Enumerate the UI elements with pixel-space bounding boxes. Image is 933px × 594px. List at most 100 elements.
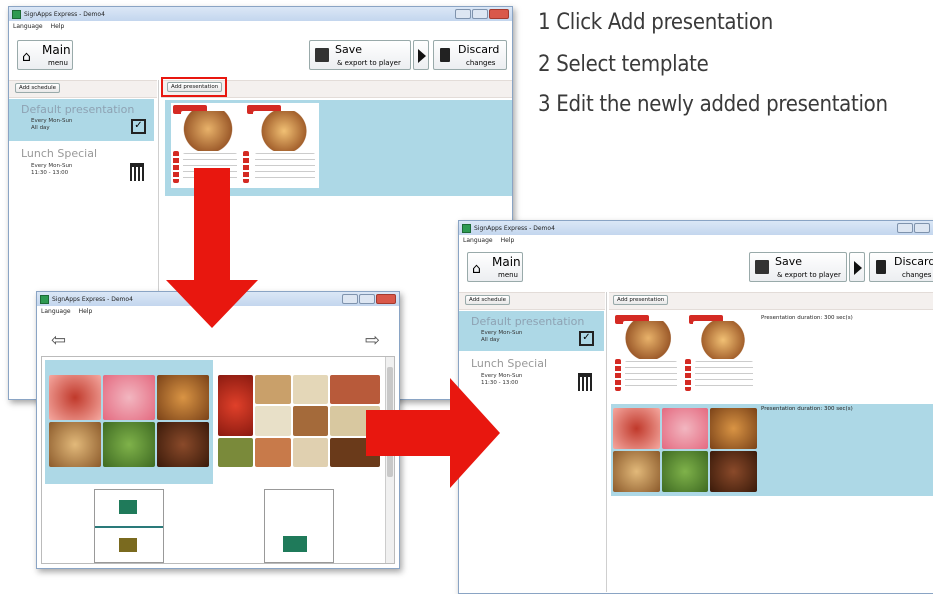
main-menu-button[interactable]: ⌂ Main menu (467, 252, 523, 282)
save-icon (755, 260, 769, 274)
menu-language[interactable]: Language (463, 237, 493, 244)
menu-bar: Language Help (459, 235, 933, 246)
prev-arrow-icon[interactable]: ⇦ (51, 330, 66, 351)
maximize-button[interactable] (359, 294, 375, 304)
step-number: 2 (538, 52, 551, 77)
close-button[interactable] (376, 294, 396, 304)
discard-sub-label: changes (902, 271, 932, 279)
duration-label: Presentation duration: 300 sec(s) (761, 406, 853, 412)
checkbox-icon: ✓ (131, 119, 146, 134)
main-label: Main (42, 43, 71, 57)
maximize-button[interactable] (472, 9, 488, 19)
discard-button[interactable]: Discard changes (869, 252, 933, 282)
layout-icon (119, 500, 137, 514)
schedule-name: Default presentation (471, 315, 585, 328)
minimize-button[interactable] (342, 294, 358, 304)
main-sub-label: menu (498, 271, 518, 279)
down-arrow-icon (166, 168, 258, 328)
schedule-days: Every Mon-Sun (481, 330, 523, 336)
calendar-icon (130, 163, 144, 181)
main-sub-label: menu (48, 59, 68, 67)
window-title: SignApps Express - Demo4 (474, 224, 555, 232)
schedule-item-default[interactable]: Default presentation Every Mon-Sun All d… (459, 311, 604, 351)
window-title: SignApps Express - Demo4 (52, 295, 133, 303)
blank-template-item[interactable] (94, 489, 164, 563)
menu-help[interactable]: Help (51, 23, 65, 30)
right-arrow-icon (366, 378, 500, 488)
close-button[interactable] (489, 9, 509, 19)
step-2: 2 Select template (538, 52, 709, 77)
presentation-row-2[interactable]: Presentation duration: 300 sec(s) (611, 404, 933, 496)
save-label: Save (775, 255, 803, 268)
minimize-button[interactable] (455, 9, 471, 19)
discard-label: Discard (458, 43, 500, 56)
step-text: Click Add presentation (556, 10, 773, 35)
toolbar: ⌂ Main menu Save & export to player Disc… (459, 246, 933, 292)
discard-sub-label: changes (466, 59, 496, 67)
discard-button[interactable]: Discard changes (433, 40, 507, 70)
app-icon (12, 9, 21, 19)
step-text: Select template (556, 52, 709, 77)
discard-label: Discard (894, 255, 933, 268)
schedule-days: Every Mon-Sun (31, 163, 73, 169)
play-arrow-icon (418, 49, 426, 63)
step-3: 3 Edit the newly added presentation (538, 92, 888, 117)
step-number: 1 (538, 10, 551, 35)
schedule-item-lunch[interactable]: Lunch Special Every Mon-Sun 11:30 - 13:0… (9, 143, 154, 185)
menu-language[interactable]: Language (41, 308, 71, 315)
next-arrow-icon[interactable]: ⇨ (365, 330, 380, 351)
duration-label: Presentation duration: 300 sec(s) (761, 315, 853, 321)
template-item[interactable] (218, 375, 380, 467)
schedule-item-default[interactable]: Default presentation Every Mon-Sun All d… (9, 99, 154, 141)
checkbox-icon: ✓ (579, 331, 594, 346)
maximize-button[interactable] (914, 223, 930, 233)
schedule-time: All day (481, 337, 500, 343)
schedule-name: Default presentation (21, 103, 135, 116)
schedule-name: Lunch Special (21, 147, 98, 160)
main-label: Main (492, 255, 521, 269)
menu-help[interactable]: Help (79, 308, 93, 315)
save-dropdown-button[interactable] (849, 252, 865, 282)
app-icon (40, 294, 49, 304)
minimize-button[interactable] (897, 223, 913, 233)
add-presentation-button[interactable]: Add presentation (167, 82, 223, 92)
schedule-name: Lunch Special (471, 357, 548, 370)
menu-language[interactable]: Language (13, 23, 43, 30)
menu-help[interactable]: Help (501, 237, 515, 244)
home-icon: ⌂ (22, 49, 31, 65)
calendar-icon (578, 373, 592, 391)
save-button[interactable]: Save & export to player (749, 252, 847, 282)
step-1: 1 Click Add presentation (538, 10, 773, 35)
add-schedule-button[interactable]: Add schedule (15, 83, 61, 93)
save-button[interactable]: Save & export to player (309, 40, 411, 70)
menu-bar: Language Help (9, 21, 512, 32)
play-arrow-icon (854, 261, 862, 275)
add-presentation-button[interactable]: Add presentation (613, 295, 669, 305)
toolbar: ⌂ Main menu Save & export to player Disc… (9, 32, 512, 78)
layout-icon (283, 536, 307, 552)
save-icon (315, 48, 329, 62)
save-label: Save (335, 43, 363, 56)
title-bar: SignApps Express - Demo4 (459, 221, 933, 235)
home-icon: ⌂ (472, 261, 481, 277)
save-sub-label: & export to player (777, 271, 841, 279)
step-text: Edit the newly added presentation (556, 92, 888, 117)
template-selector-window: SignApps Express - Demo4 Language Help ⇦… (36, 291, 400, 569)
schedule-time: All day (31, 125, 50, 131)
schedule-time: 11:30 - 13:00 (31, 170, 69, 176)
blank-template-item[interactable] (264, 489, 334, 563)
layout-icon (119, 538, 137, 552)
app-icon (462, 223, 471, 233)
trash-icon (440, 48, 450, 62)
main-menu-button[interactable]: ⌂ Main menu (17, 40, 73, 70)
step-number: 3 (538, 92, 551, 117)
schedule-days: Every Mon-Sun (31, 118, 73, 124)
presentation-row-1[interactable]: Presentation duration: 300 sec(s) (611, 313, 933, 398)
save-sub-label: & export to player (337, 59, 401, 67)
template-list (41, 356, 395, 564)
save-dropdown-button[interactable] (413, 40, 429, 70)
title-bar: SignApps Express - Demo4 (9, 7, 512, 21)
app-window-step3: SignApps Express - Demo4 Language Help ⌂… (458, 220, 933, 594)
window-title: SignApps Express - Demo4 (24, 10, 105, 18)
add-schedule-button[interactable]: Add schedule (465, 295, 511, 305)
